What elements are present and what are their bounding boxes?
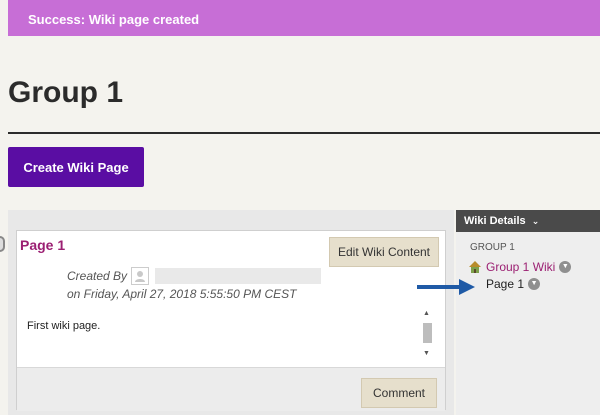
avatar-icon xyxy=(131,267,150,285)
create-wiki-page-button[interactable]: Create Wiki Page xyxy=(8,147,144,187)
success-banner: Success: Wiki page created xyxy=(8,0,600,36)
edit-wiki-content-button[interactable]: Edit Wiki Content xyxy=(329,237,439,267)
chevron-down-icon[interactable]: ▼ xyxy=(559,261,572,273)
created-by-line: Created By xyxy=(67,267,322,285)
collapse-handle[interactable] xyxy=(0,236,5,252)
chevron-down-icon: ⌄ xyxy=(531,216,540,226)
scroll-thumb[interactable] xyxy=(423,323,432,343)
scroll-up-icon[interactable]: ▲ xyxy=(423,310,431,317)
created-on-line: on Friday, April 27, 2018 5:55:50 PM CES… xyxy=(67,287,297,301)
wiki-page-item-label[interactable]: Page 1 xyxy=(486,277,524,291)
page-title: Group 1 xyxy=(8,76,124,109)
wiki-link-row: Group 1 Wiki ▼ xyxy=(468,260,572,274)
chevron-down-icon[interactable]: ▼ xyxy=(528,278,541,290)
created-by-label: Created By xyxy=(67,269,128,283)
comment-button[interactable]: Comment xyxy=(361,378,437,408)
wiki-page-title[interactable]: Page 1 xyxy=(20,237,65,253)
redacted-author-name xyxy=(155,268,322,284)
scroll-down-icon[interactable]: ▼ xyxy=(423,350,431,357)
wiki-page-card: Page 1 Edit Wiki Content Created By on F… xyxy=(16,230,446,411)
group-label: GROUP 1 xyxy=(470,242,515,253)
body-scrollbar[interactable]: ▲ ▼ xyxy=(421,310,433,357)
wiki-card-footer: Comment xyxy=(17,367,445,411)
wiki-page-body: First wiki page. xyxy=(27,320,101,332)
pointer-arrow-icon xyxy=(417,279,475,295)
wiki-details-panel: Wiki Details ⌄ GROUP 1 Group 1 Wiki ▼ Pa… xyxy=(456,210,600,415)
group-wiki-link[interactable]: Group 1 Wiki xyxy=(486,260,555,274)
title-divider xyxy=(8,132,600,134)
wiki-details-title: Wiki Details xyxy=(464,215,526,227)
wiki-page-item[interactable]: Page 1 ▼ xyxy=(486,277,541,291)
wiki-details-header[interactable]: Wiki Details ⌄ xyxy=(456,210,600,232)
home-icon xyxy=(469,261,481,273)
